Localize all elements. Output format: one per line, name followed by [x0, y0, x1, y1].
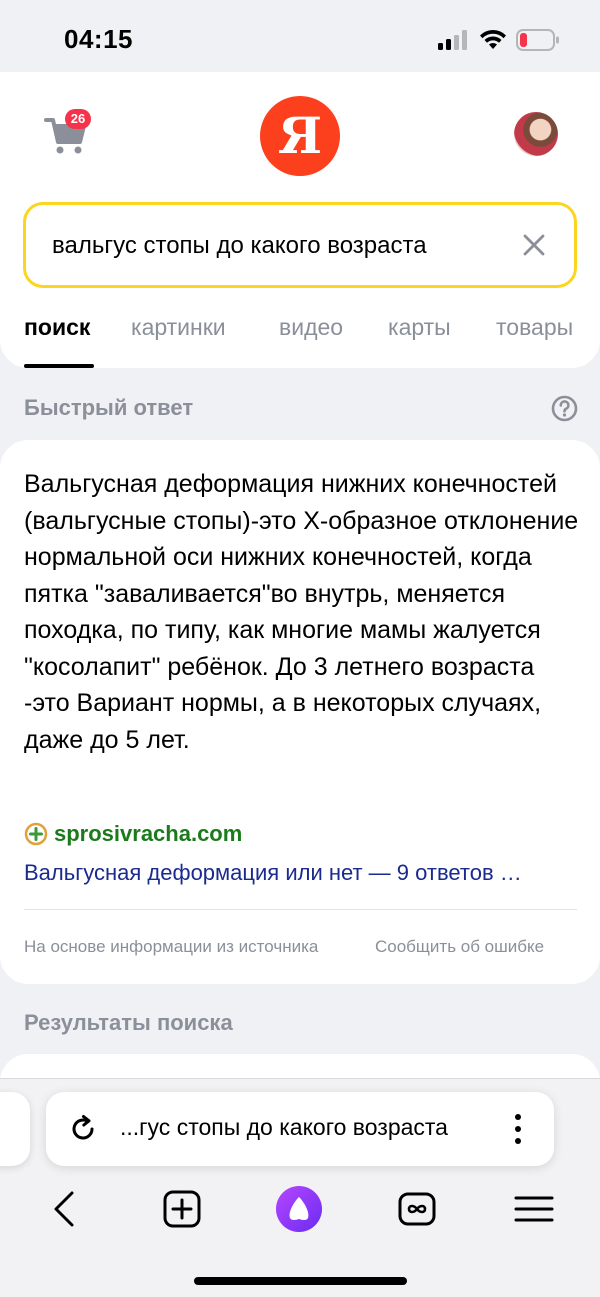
- report-error-link[interactable]: Сообщить об ошибке: [375, 937, 544, 957]
- divider: [24, 909, 577, 910]
- help-icon[interactable]: [551, 395, 578, 422]
- menu-icon[interactable]: [511, 1186, 557, 1232]
- previous-tab-card[interactable]: [0, 1092, 30, 1166]
- tab-video[interactable]: видео: [279, 314, 343, 341]
- alice-assistant-icon[interactable]: [276, 1186, 322, 1232]
- search-query[interactable]: вальгус стопы до какого возраста: [52, 232, 427, 260]
- address-bar[interactable]: ...гус стопы до какого возраста: [46, 1092, 554, 1166]
- results-title: Результаты поиска: [24, 1010, 233, 1035]
- wifi-icon: [480, 29, 506, 49]
- new-tab-icon[interactable]: [159, 1186, 205, 1232]
- home-indicator: [194, 1277, 407, 1285]
- status-bar: 04:15: [0, 0, 600, 76]
- tab-search[interactable]: поиск: [24, 314, 90, 341]
- tab-images[interactable]: картинки: [131, 314, 226, 341]
- status-time: 04:15: [64, 24, 133, 54]
- back-icon[interactable]: [42, 1186, 88, 1232]
- tab-products[interactable]: товары: [496, 314, 573, 341]
- cellular-signal-icon: [438, 30, 467, 50]
- address-text[interactable]: ...гус стопы до какого возраста: [120, 1114, 478, 1141]
- source-favicon-icon: [24, 822, 48, 846]
- more-vertical-icon[interactable]: [508, 1111, 528, 1147]
- clear-icon[interactable]: [522, 233, 546, 257]
- cart-count-badge: 26: [65, 109, 91, 129]
- quick-answer-text: Вальгусная деформация нижних конечностей…: [24, 470, 579, 754]
- tab-maps[interactable]: карты: [388, 314, 451, 341]
- yandex-logo[interactable]: Я: [260, 96, 340, 176]
- tabs-switcher-icon[interactable]: [394, 1186, 440, 1232]
- reload-icon[interactable]: [68, 1114, 98, 1144]
- source-domain[interactable]: sprosivracha.com: [54, 821, 242, 847]
- user-avatar[interactable]: [514, 112, 558, 156]
- source-link[interactable]: Вальгусная деформация или нет — 9 ответо…: [24, 860, 579, 886]
- search-tabs: поиск картинки видео карты товары: [24, 314, 600, 368]
- quick-answer-title: Быстрый ответ: [24, 395, 194, 420]
- source-note: На основе информации из источника: [24, 937, 319, 956]
- search-input[interactable]: вальгус стопы до какого возраста: [23, 202, 577, 288]
- battery-low-icon: [516, 29, 559, 51]
- active-tab-indicator: [24, 364, 94, 368]
